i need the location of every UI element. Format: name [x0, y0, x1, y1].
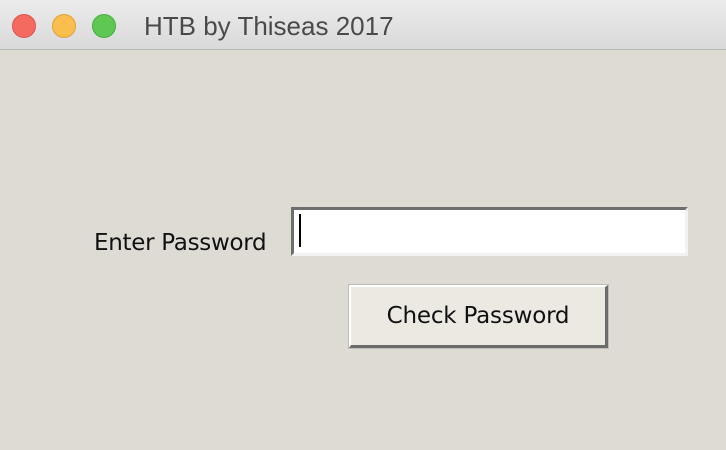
check-password-button[interactable]: Check Password	[348, 284, 609, 349]
password-label: Enter Password	[94, 230, 267, 256]
main-content: Enter Password Check Password	[0, 50, 726, 450]
text-caret	[299, 214, 301, 247]
app-window: HTB by Thiseas 2017 Enter Password Check…	[0, 0, 726, 450]
password-input[interactable]	[291, 207, 688, 256]
title-bar[interactable]: HTB by Thiseas 2017	[0, 0, 726, 50]
zoom-window-button[interactable]	[92, 14, 116, 38]
minimize-window-button[interactable]	[52, 14, 76, 38]
close-window-button[interactable]	[12, 14, 36, 38]
window-title: HTB by Thiseas 2017	[144, 11, 394, 41]
